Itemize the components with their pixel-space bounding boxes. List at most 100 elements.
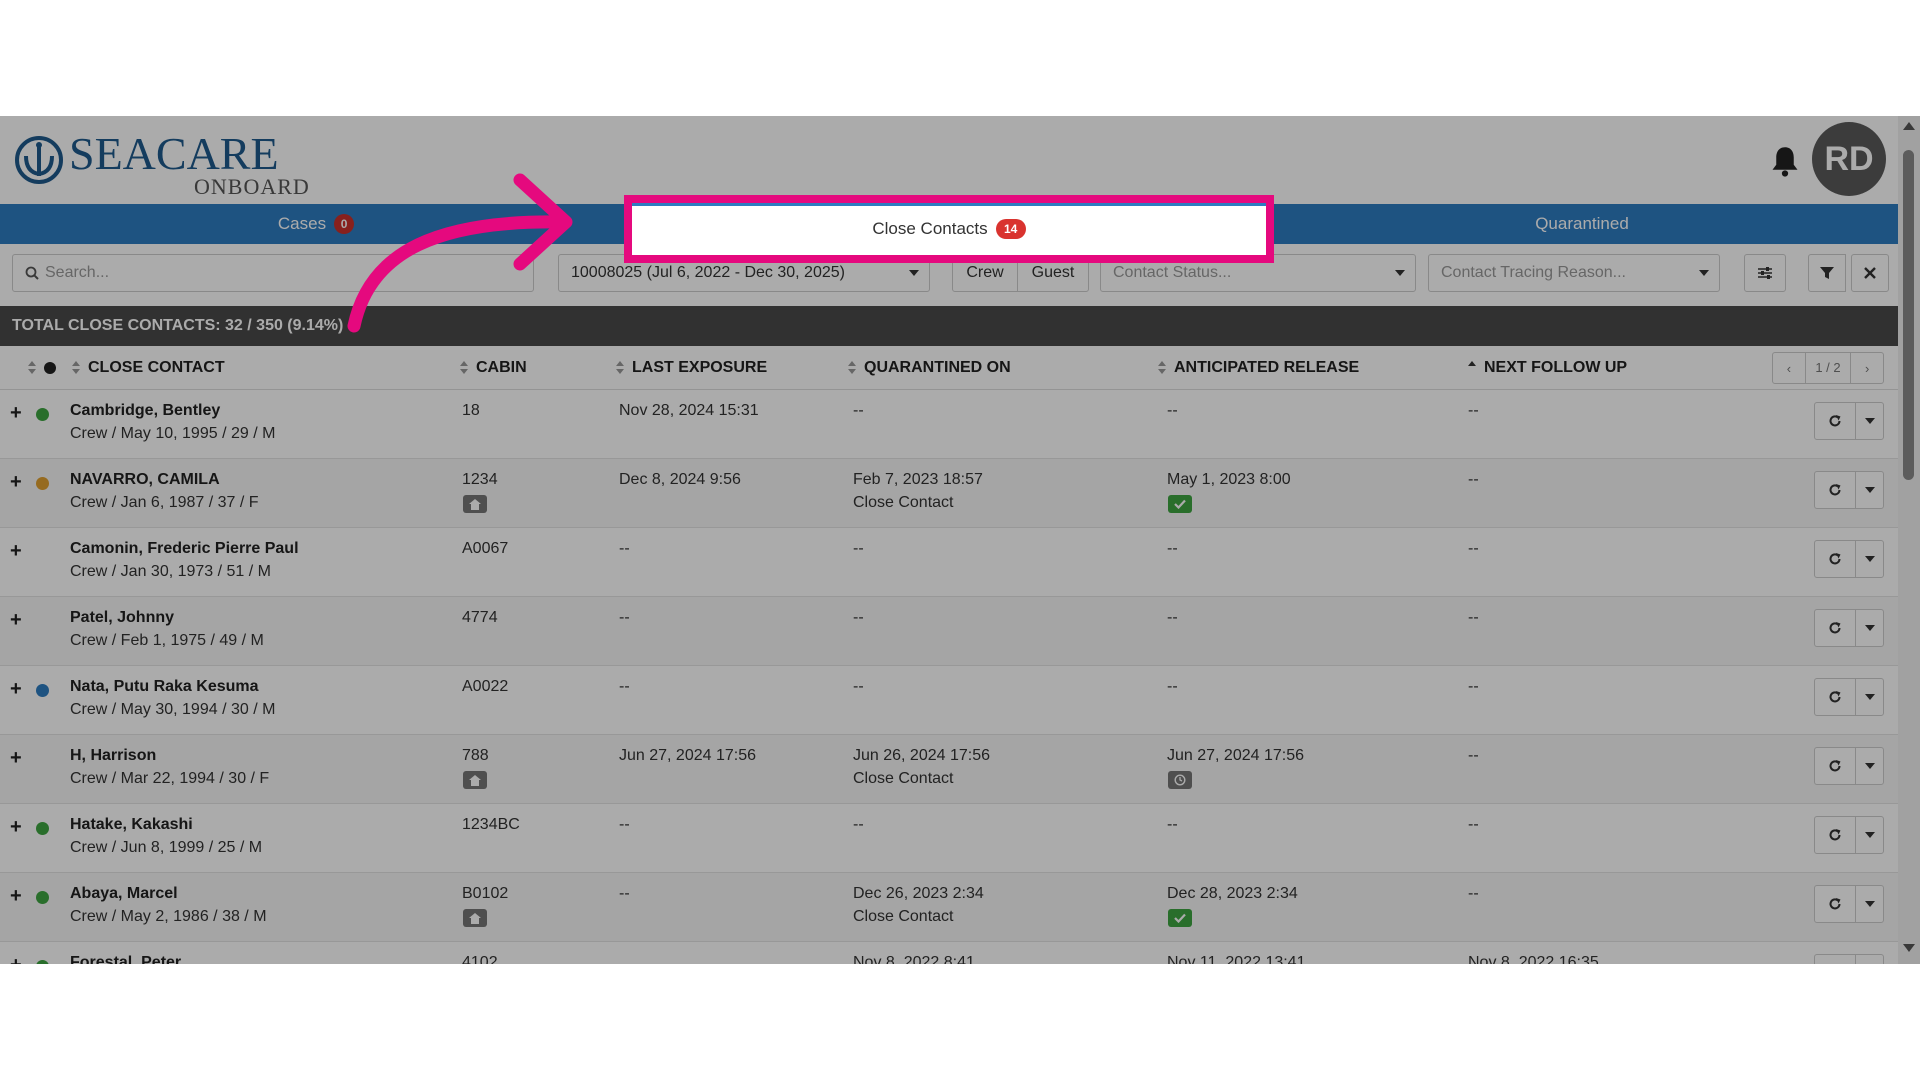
column-header-label: QUARANTINED ON <box>864 359 1011 376</box>
contact-name-link[interactable]: Camonin, Frederic Pierre Paul <box>70 540 299 558</box>
active-tab-indicator <box>632 203 1266 206</box>
refresh-button[interactable] <box>1815 817 1856 853</box>
refresh-button[interactable] <box>1815 472 1856 508</box>
expand-row-button[interactable]: + <box>10 816 22 839</box>
column-header-last-exposure[interactable]: LAST EXPOSURE <box>616 346 767 390</box>
page-scrollbar[interactable] <box>1898 116 1920 964</box>
close-contacts-count-badge: 14 <box>995 219 1026 239</box>
tab-quarantined[interactable]: Quarantined <box>1266 204 1898 244</box>
expand-row-button[interactable]: + <box>10 609 22 632</box>
chevron-down-icon <box>909 270 919 276</box>
contact-name-link[interactable]: H, Harrison <box>70 747 156 765</box>
row-actions-dropdown-button[interactable] <box>1856 817 1883 853</box>
expand-row-button[interactable]: + <box>10 954 22 964</box>
row-actions-dropdown-button[interactable] <box>1856 610 1883 646</box>
refresh-button[interactable] <box>1815 886 1856 922</box>
sort-icon <box>848 361 856 375</box>
column-header-label: ANTICIPATED RELEASE <box>1174 359 1360 376</box>
column-settings-button[interactable] <box>1744 254 1786 292</box>
pager-page-indicator: 1 / 2 <box>1804 353 1852 383</box>
status-dot-icon <box>44 362 56 374</box>
home-quarantine-icon <box>463 495 487 513</box>
contact-name-link[interactable]: Cambridge, Bentley <box>70 402 220 420</box>
column-header-anticipated-release[interactable]: ANTICIPATED RELEASE <box>1158 346 1359 390</box>
seacare-logo[interactable]: SEACARE ONBOARD <box>14 126 309 199</box>
row-actions-dropdown-button[interactable] <box>1856 748 1883 784</box>
expand-row-button[interactable]: + <box>10 678 22 701</box>
contact-name-link[interactable]: Abaya, Marcel <box>70 885 178 903</box>
column-header-next-follow-up[interactable]: NEXT FOLLOW UP <box>1468 346 1627 390</box>
filter-button[interactable] <box>1808 254 1846 292</box>
contact-name-link[interactable]: Patel, Johnny <box>70 609 174 627</box>
last-exposure-value: -- <box>619 816 630 833</box>
refresh-button[interactable] <box>1815 403 1856 439</box>
row-actions-dropdown-button[interactable] <box>1856 886 1883 922</box>
expand-row-button[interactable]: + <box>10 885 22 908</box>
refresh-button[interactable] <box>1815 541 1856 577</box>
column-header-label: NEXT FOLLOW UP <box>1484 359 1628 376</box>
check-icon <box>1168 909 1192 927</box>
pager-next-button[interactable]: › <box>1851 361 1883 376</box>
status-dot-icon <box>36 891 49 904</box>
row-actions <box>1814 402 1884 440</box>
contact-details: Crew / May 10, 1995 / 29 / M <box>70 425 276 442</box>
contact-status-placeholder: Contact Status... <box>1113 264 1232 281</box>
column-header-label: LAST EXPOSURE <box>632 359 768 376</box>
clear-filters-button[interactable] <box>1851 254 1889 292</box>
tab-cases-label: Cases <box>277 214 327 233</box>
pager-prev-button[interactable]: ‹ <box>1773 361 1805 376</box>
expand-row-button[interactable]: + <box>10 540 22 563</box>
refresh-button[interactable] <box>1815 679 1856 715</box>
row-actions-dropdown-button[interactable] <box>1856 403 1883 439</box>
anticipated-release-value: Jun 27, 2024 17:56 <box>1167 747 1305 764</box>
home-quarantine-icon <box>463 771 487 789</box>
scroll-up-arrow-icon[interactable] <box>1903 122 1915 130</box>
expand-row-button[interactable]: + <box>10 402 22 425</box>
logo-sub-text: ONBOARD <box>194 174 310 199</box>
contact-name-link[interactable]: Hatake, Kakashi <box>70 816 193 834</box>
column-header-cabin[interactable]: CABIN <box>460 346 527 390</box>
user-avatar[interactable]: RD <box>1812 122 1886 196</box>
chevron-down-icon <box>1864 418 1875 424</box>
column-header-quarantined-on[interactable]: QUARANTINED ON <box>848 346 1011 390</box>
refresh-icon <box>1829 898 1841 910</box>
row-actions-dropdown-button[interactable] <box>1856 955 1883 964</box>
next-follow-up-value: -- <box>1468 471 1479 488</box>
row-actions-dropdown-button[interactable] <box>1856 679 1883 715</box>
voyage-value: 10008025 (Jul 6, 2022 - Dec 30, 2025) <box>571 264 845 281</box>
contact-name-link[interactable]: Forestal, Peter <box>70 954 181 964</box>
contact-name-link[interactable]: Nata, Putu Raka Kesuma <box>70 678 259 696</box>
contact-name-link[interactable]: NAVARRO, CAMILA <box>70 471 220 489</box>
expand-row-button[interactable]: + <box>10 747 22 770</box>
contact-tracing-reason-select[interactable]: Contact Tracing Reason... <box>1428 254 1720 292</box>
refresh-icon <box>1829 415 1841 427</box>
table-row: + H, Harrison Crew / Mar 22, 1994 / 30 / F… <box>0 735 1898 804</box>
sort-status-header[interactable] <box>28 346 68 390</box>
bell-icon[interactable] <box>1770 144 1800 178</box>
refresh-button[interactable] <box>1815 610 1856 646</box>
quarantined-on-value: -- <box>853 609 864 626</box>
home-quarantine-icon <box>463 909 487 927</box>
quarantined-on-value: -- <box>853 402 864 419</box>
scroll-down-arrow-icon[interactable] <box>1903 944 1915 952</box>
cabin-value: 1234 <box>462 471 498 488</box>
close-contacts-table-body: + Cambridge, Bentley Crew / May 10, 1995 /… <box>0 390 1898 964</box>
close-icon <box>1864 267 1876 279</box>
quarantine-reason: Close Contact <box>853 770 954 787</box>
row-actions-dropdown-button[interactable] <box>1856 541 1883 577</box>
highlighted-close-contacts-tab[interactable]: Close Contacts 14 <box>624 195 1274 263</box>
sort-icon <box>460 361 468 375</box>
row-actions <box>1814 747 1884 785</box>
quarantined-on-value: Nov 8, 2022 8:41 <box>853 954 975 964</box>
status-dot-icon <box>36 477 49 490</box>
filter-icon <box>1820 267 1834 279</box>
refresh-button[interactable] <box>1815 748 1856 784</box>
refresh-button[interactable] <box>1815 955 1856 964</box>
expand-row-button[interactable]: + <box>10 471 22 494</box>
scrollbar-thumb[interactable] <box>1903 150 1914 480</box>
check-icon <box>1168 495 1192 513</box>
refresh-icon <box>1829 622 1841 634</box>
row-actions-dropdown-button[interactable] <box>1856 472 1883 508</box>
anticipated-release-value: -- <box>1167 609 1178 626</box>
column-header-close-contact[interactable]: CLOSE CONTACT <box>72 346 225 390</box>
